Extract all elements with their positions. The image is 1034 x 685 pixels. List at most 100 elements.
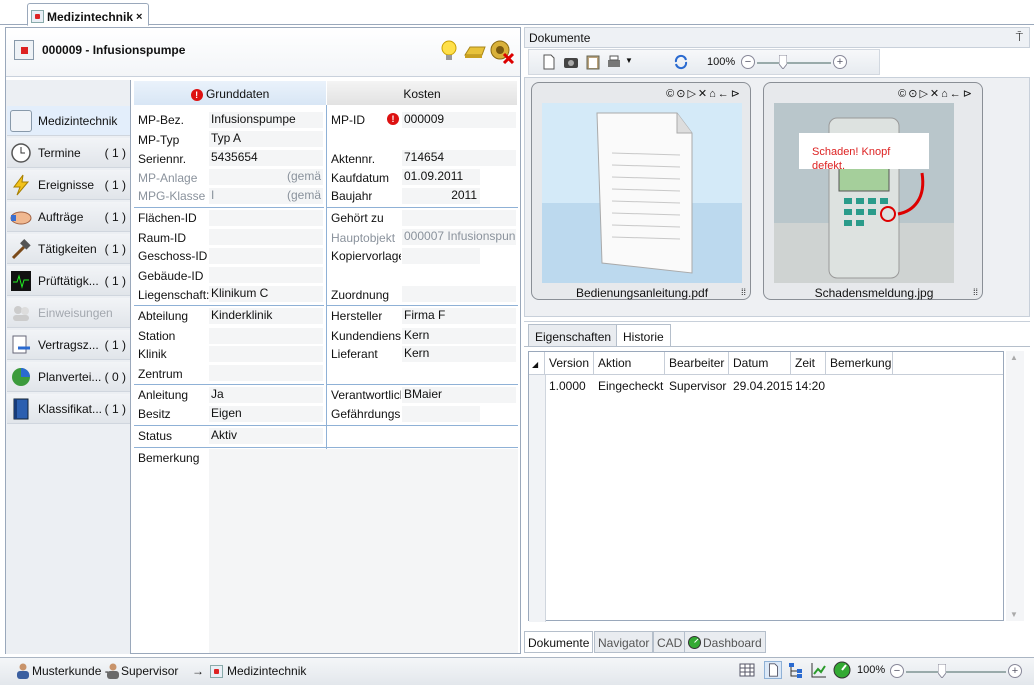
document-card[interactable]: ©⊙▷✕⌂←⊳ Bedienungsanleitung.pdf ⁞⁞ [531, 82, 751, 300]
hauptobjekt-field[interactable]: 000007 Infusionspun [402, 229, 516, 245]
aktennr-field[interactable]: 714654 [402, 150, 516, 166]
gold-bar-icon[interactable] [462, 38, 488, 64]
sidebar-item-taetigkeiten[interactable]: Tätigkeiten ( 1 ) [7, 234, 130, 264]
gebaeude-id-field[interactable] [209, 267, 323, 283]
damage-annotation: Schaden! Knopf defekt. [812, 146, 891, 172]
tab-medizintechnik[interactable]: Medizintechnik × [27, 3, 149, 26]
gehoert-zu-field[interactable] [402, 210, 516, 226]
status-zoom-in-button[interactable]: + [1008, 664, 1022, 678]
resize-grip-icon[interactable]: ⁞⁞ [741, 287, 746, 297]
badge-delete-icon[interactable] [489, 38, 515, 64]
flaechen-id-field[interactable] [209, 210, 323, 226]
mp-anlage-field[interactable]: (gemä [209, 169, 323, 185]
table-view-icon[interactable] [739, 663, 755, 677]
tab-grunddaten[interactable]: ! Grunddaten [134, 81, 326, 105]
anleitung-field[interactable]: Ja [209, 387, 323, 403]
tab-historie[interactable]: Historie [616, 324, 671, 346]
station-field[interactable] [209, 328, 323, 344]
gefaehrdung-field[interactable] [402, 406, 480, 422]
status-zoom-out-button[interactable]: − [890, 664, 904, 678]
sidebar-item-auftraege[interactable]: Aufträge ( 1 ) [7, 202, 130, 232]
tab-cad[interactable]: CAD [653, 631, 687, 653]
zoom-slider-track[interactable] [757, 62, 831, 64]
card-controls[interactable]: ©⊙▷✕⌂←⊳ [898, 87, 974, 100]
sidebar-item-klassifikation[interactable]: Klassifikat... ( 1 ) [7, 394, 130, 424]
scroll-up-icon[interactable]: ▲ [1010, 353, 1018, 362]
kaufdatum-field[interactable]: 01.09.2011 [402, 169, 480, 185]
medical-device-icon [10, 109, 32, 132]
sidebar-item-termine[interactable]: Termine ( 1 ) [7, 138, 130, 168]
mp-typ-field[interactable]: Typ A [209, 131, 323, 147]
chart-view-icon[interactable] [810, 661, 828, 679]
zuordnung-field[interactable] [402, 286, 516, 302]
column-header[interactable]: Aktion [595, 352, 665, 374]
sort-arrow-icon[interactable]: ◢ [529, 352, 545, 374]
card-controls[interactable]: ©⊙▷✕⌂←⊳ [666, 87, 742, 100]
sidebar-item-vertragszuordnung[interactable]: Vertragsz... ( 1 ) [7, 330, 130, 360]
sidebar-item-ereignisse[interactable]: Ereignisse ( 1 ) [7, 170, 130, 200]
tab-close-button[interactable]: × [136, 11, 142, 23]
besitz-field[interactable]: Eigen [209, 406, 323, 422]
pin-icon[interactable]: ⍑ [1016, 30, 1023, 45]
section-divider [134, 207, 324, 208]
bemerkung-textarea[interactable] [209, 449, 518, 653]
hierarchy-view-icon[interactable] [787, 661, 805, 679]
scanner-icon[interactable] [607, 54, 623, 70]
sidebar-item-planverteilung[interactable]: Planvertei... ( 0 ) [7, 362, 130, 392]
tab-navigator[interactable]: Navigator [594, 631, 654, 653]
seriennr-field[interactable]: 5435654 [209, 150, 323, 166]
page-view-icon[interactable] [764, 661, 782, 679]
tab-eigenschaften[interactable]: Eigenschaften [528, 324, 619, 346]
klinik-field[interactable] [209, 346, 323, 362]
user-icon [17, 663, 29, 679]
hersteller-field[interactable]: Firma F [402, 308, 516, 324]
status-field[interactable]: Aktiv [209, 428, 323, 444]
document-card[interactable]: ©⊙▷✕⌂←⊳ Schaden! Knopf defekt. Schadensm… [763, 82, 983, 300]
vertical-scrollbar[interactable]: ▲ ▼ [1006, 351, 1024, 621]
column-header[interactable]: Bearbeiter [666, 352, 729, 374]
dashboard-icon[interactable] [833, 661, 851, 679]
kopiervorlage-field[interactable] [402, 248, 480, 264]
column-header[interactable]: Bemerkung [827, 352, 893, 374]
sidebar-item-medizintechnik[interactable]: Medizintechnik [7, 106, 130, 136]
zoom-slider-thumb[interactable] [779, 55, 787, 69]
sidebar-item-einweisungen[interactable]: Einweisungen [7, 298, 130, 328]
sidebar-item-count: ( 1 ) [104, 146, 126, 160]
geschoss-id-field[interactable] [209, 248, 323, 264]
chevron-down-icon[interactable]: ▼ [625, 56, 633, 65]
people-icon [13, 305, 29, 321]
mp-typ-label: MP-Typ [138, 133, 180, 147]
baujahr-field[interactable]: 2011 [402, 188, 480, 204]
status-zoom-slider-track[interactable] [906, 671, 1006, 673]
verantwortlich-field[interactable]: BMaier [402, 387, 516, 403]
column-header[interactable]: Version [546, 352, 594, 374]
document-tabstrip [0, 0, 1034, 25]
camera-icon[interactable] [563, 54, 579, 70]
abteilung-field[interactable]: Kinderklinik [209, 308, 323, 324]
raum-id-field[interactable] [209, 229, 323, 245]
status-zoom-slider-thumb[interactable] [938, 664, 946, 678]
refresh-icon[interactable] [673, 54, 689, 70]
column-header[interactable]: Zeit [792, 352, 826, 374]
zoom-out-button[interactable]: − [741, 55, 755, 69]
resize-grip-icon[interactable]: ⁞⁞ [973, 287, 978, 297]
liegenschaft-field[interactable]: Klinikum C [209, 286, 323, 302]
tab-dokumente[interactable]: Dokumente [524, 631, 594, 653]
column-header[interactable]: Datum [730, 352, 791, 374]
scroll-down-icon[interactable]: ▼ [1010, 610, 1018, 619]
zentrum-field[interactable] [209, 365, 323, 381]
tab-dashboard[interactable]: Dashboard [684, 631, 766, 653]
new-document-icon[interactable] [541, 54, 557, 70]
tab-kosten[interactable]: Kosten [327, 81, 517, 105]
table-row[interactable]: 1.0000 Eingecheckt Supervisor 29.04.2015… [529, 375, 1003, 395]
kundendienst-field[interactable]: Kern [402, 328, 516, 344]
sidebar-item-prueftaetigkeiten[interactable]: Prüftätigk... ( 1 ) [7, 266, 130, 296]
mpg-klasse-field[interactable]: I (gemä [209, 188, 323, 204]
zoom-in-button[interactable]: + [833, 55, 847, 69]
mp-id-field[interactable]: 000009 [402, 112, 516, 128]
clipboard-icon[interactable] [585, 54, 601, 70]
mp-bez-field[interactable]: Infusionspumpe [209, 112, 323, 128]
gebaeude-id-label: Gebäude-ID [138, 269, 204, 283]
lieferant-field[interactable]: Kern [402, 346, 516, 362]
lightbulb-icon[interactable] [436, 38, 462, 64]
